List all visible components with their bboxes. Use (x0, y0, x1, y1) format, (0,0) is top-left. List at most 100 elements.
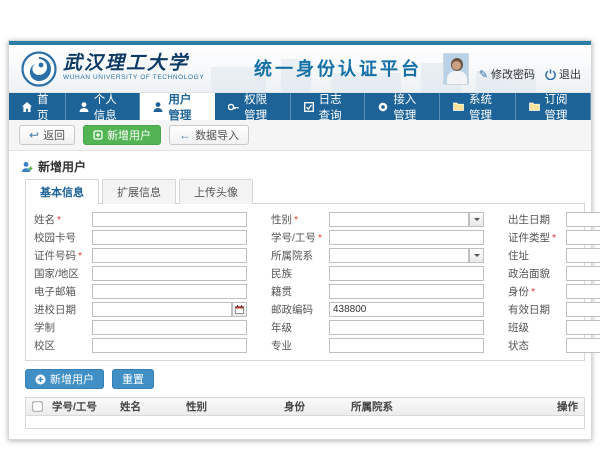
gender-select-input[interactable] (329, 212, 469, 227)
data-import-button[interactable]: ← 数据导入 (169, 125, 249, 145)
form-field-address: 住址 (508, 247, 600, 263)
form-field-id-number: 证件号码* (34, 247, 247, 263)
pencil-icon: ✎ (479, 68, 488, 81)
submit-add-user-button[interactable]: 新增用户 (25, 369, 104, 389)
email-input[interactable] (92, 284, 247, 299)
nav-item-log-query[interactable]: 日志查询 (291, 93, 366, 120)
form-field-native-place: 籍贯 (271, 283, 484, 299)
home-icon (22, 102, 32, 112)
form-actions: 新增用户 重置 (9, 361, 591, 397)
enrollment-date-input[interactable] (92, 302, 232, 317)
university-name-en: WUHAN UNIVERSITY OF TECHNOLOGY (63, 74, 204, 81)
class-input[interactable] (566, 320, 600, 335)
postal-code-input[interactable] (329, 302, 484, 317)
back-arrow-icon: ↩ (29, 129, 39, 141)
toolbar: ↩ 返回 新增用户 ← 数据导入 (9, 120, 591, 151)
table-empty-row (26, 416, 584, 428)
header: 武汉理工大学 WUHAN UNIVERSITY OF TECHNOLOGY 统一… (9, 45, 591, 93)
form-field-campus: 校区 (34, 337, 247, 353)
chevron-down-icon[interactable] (469, 248, 484, 263)
form-field-valid-date: 有效日期 (508, 301, 600, 317)
department-select-input[interactable] (329, 248, 469, 263)
nav-item-permission-management[interactable]: 权限管理 (215, 93, 290, 120)
tab-extended-info[interactable]: 扩展信息 (102, 179, 176, 204)
person-add-icon (21, 161, 33, 173)
add-user-toolbar-button[interactable]: 新增用户 (83, 125, 161, 145)
id-type-input[interactable] (566, 230, 600, 245)
campus-card-input[interactable] (92, 230, 247, 245)
left-arrow-icon: ← (179, 129, 191, 141)
back-button[interactable]: ↩ 返回 (19, 125, 75, 145)
form-field-status: 状态 (508, 337, 600, 353)
form-field-schooling-length: 学制 (34, 319, 247, 335)
form-field-student-id: 学号/工号* (271, 229, 484, 245)
nav-item-user-management[interactable]: 用户管理 (140, 93, 215, 120)
birth-date-input[interactable] (566, 212, 600, 227)
political-status-input[interactable] (566, 266, 600, 281)
folder-icon (529, 102, 540, 111)
header-user-area: ✎ 修改密码 退出 (443, 53, 581, 85)
col-name: 姓名 (116, 399, 182, 414)
form-field-ethnicity: 民族 (271, 265, 484, 281)
section-header: 新增用户 (9, 151, 591, 179)
form-field-birth-date: 出生日期 (508, 211, 600, 227)
tab-basic-info[interactable]: 基本信息 (25, 179, 99, 204)
ethnicity-input[interactable] (329, 266, 484, 281)
major-input[interactable] (329, 338, 484, 353)
chevron-down-icon[interactable] (469, 212, 484, 227)
nav-item-home[interactable]: 首页 (9, 93, 66, 120)
folder-icon (453, 102, 464, 111)
platform-title: 统一身份认证平台 (254, 55, 422, 81)
id-number-input[interactable] (92, 248, 247, 263)
valid-date-input[interactable] (566, 302, 600, 317)
form-field-major: 专业 (271, 337, 484, 353)
plus-circle-icon (35, 374, 46, 385)
form-field-id-type: 证件类型* (508, 229, 600, 245)
form-field-identity: 身份* (508, 283, 600, 299)
power-icon (545, 69, 556, 80)
nav-item-personal-info[interactable]: 个人信息 (66, 93, 141, 120)
col-identity: 身份 (280, 399, 347, 414)
student-id-input[interactable] (329, 230, 484, 245)
form-field-postal-code: 邮政编码 (271, 301, 484, 317)
form-field-class: 班级 (508, 319, 600, 335)
form-field-country-region: 国家/地区 (34, 265, 247, 281)
change-password-link[interactable]: ✎ 修改密码 (479, 66, 535, 85)
nav-item-subscription-management[interactable]: 订阅管理 (516, 93, 591, 120)
tab-upload-photo[interactable]: 上传头像 (179, 179, 253, 204)
grade-input[interactable] (329, 320, 484, 335)
native-place-input[interactable] (329, 284, 484, 299)
university-title-block: 武汉理工大学 WUHAN UNIVERSITY OF TECHNOLOGY (63, 53, 204, 81)
address-input[interactable] (566, 248, 600, 263)
name-input[interactable] (92, 212, 247, 227)
university-name: 武汉理工大学 (63, 53, 204, 73)
calendar-icon[interactable] (232, 302, 247, 317)
col-department: 所属院系 (347, 399, 553, 414)
campus-input[interactable] (92, 338, 247, 353)
user-avatar[interactable] (443, 53, 469, 85)
form-field-enrollment-date: 进校日期 (34, 301, 247, 317)
identity-input[interactable] (566, 284, 600, 299)
nav-item-system-management[interactable]: 系统管理 (440, 93, 515, 120)
country-region-input[interactable] (92, 266, 247, 281)
form-field-grade: 年级 (271, 319, 484, 335)
col-gender: 性别 (182, 399, 280, 414)
key-icon (228, 102, 239, 112)
nav-item-access-management[interactable]: 接入管理 (365, 93, 440, 120)
schooling-length-input[interactable] (92, 320, 247, 335)
status-input[interactable] (566, 338, 600, 353)
university-logo-icon (21, 51, 57, 87)
form-field-name: 姓名* (34, 211, 247, 227)
section-title: 新增用户 (38, 158, 86, 175)
basic-info-panel: 姓名* 性别* 出生日期 校园卡号 学号/工号* 证件类型* (25, 203, 585, 361)
person-icon (79, 102, 89, 112)
logout-link[interactable]: 退出 (545, 66, 581, 85)
table-header-row: 学号/工号 姓名 性别 身份 所属院系 操作 (26, 398, 584, 416)
form-tabs: 基本信息 扩展信息 上传头像 (9, 179, 591, 204)
reset-button[interactable]: 重置 (112, 369, 154, 389)
app-window: 武汉理工大学 WUHAN UNIVERSITY OF TECHNOLOGY 统一… (8, 40, 592, 440)
select-all-checkbox[interactable] (32, 401, 42, 411)
form-field-campus-card: 校园卡号 (34, 229, 247, 245)
col-actions: 操作 (553, 399, 584, 414)
gear-icon (378, 102, 388, 112)
